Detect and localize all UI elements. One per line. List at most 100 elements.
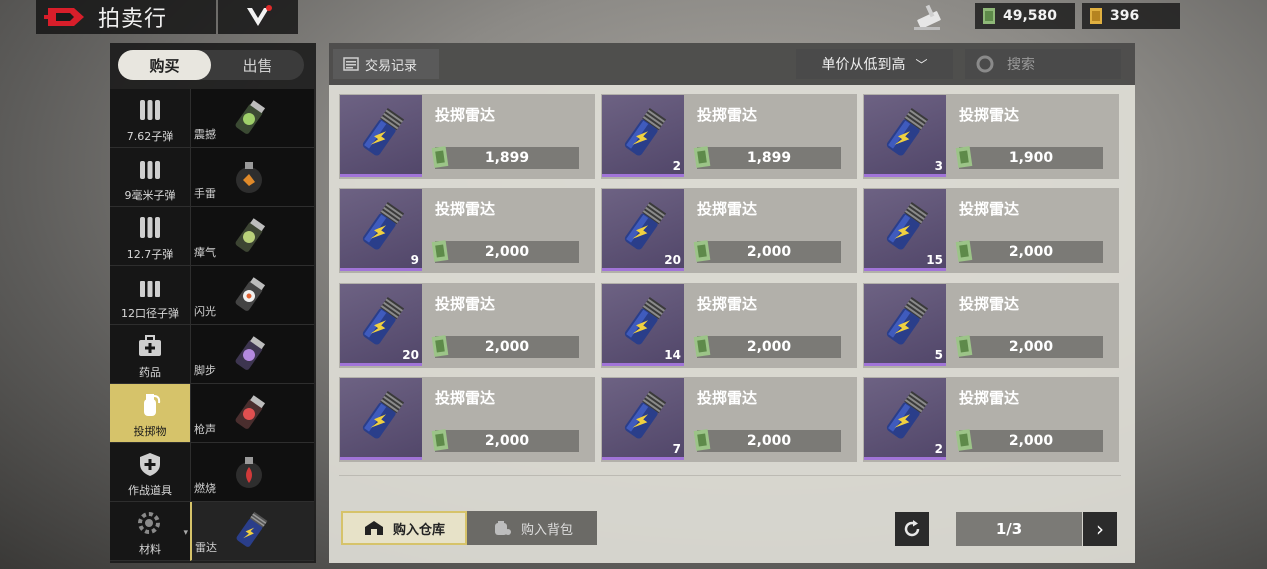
item-quantity: 15 — [926, 253, 943, 267]
cash-icon — [983, 8, 995, 24]
category-item-9mm-ammo[interactable]: 9毫米子弹 — [110, 148, 190, 207]
buy-to-warehouse-button[interactable]: 购入仓库 — [341, 511, 467, 545]
category-item-medicine[interactable]: 药品 — [110, 325, 190, 384]
subcategory-list: 震撼 手雷 瘴气 闪光 脚步 枪声 燃烧 雷达 — [190, 89, 316, 561]
item-name: 投掷雷达 — [435, 389, 496, 407]
gold-amount: 396 — [1110, 8, 1140, 24]
listing-card[interactable]: 投掷雷达 2,000 — [339, 377, 595, 462]
price-bar: 1,899 — [431, 146, 579, 169]
listing-card[interactable]: 15 投掷雷达 2,000 — [863, 188, 1119, 273]
warehouse-icon — [364, 521, 383, 535]
cash-icon — [431, 240, 449, 262]
cash-balance: 49,580 — [975, 3, 1075, 29]
cash-icon — [955, 335, 973, 357]
subcategory-item-miasma[interactable]: 瘴气 — [190, 207, 314, 266]
listing-card[interactable]: 20 投掷雷达 2,000 — [601, 188, 857, 273]
price-bar: 2,000 — [431, 429, 579, 452]
category-item-127-ammo[interactable]: 12.7子弹 — [110, 207, 190, 266]
item-price: 2,000 — [1008, 339, 1054, 355]
search-input[interactable]: 搜索 — [965, 49, 1121, 79]
chevron-right-icon: › — [1096, 517, 1104, 541]
item-price: 2,000 — [1008, 433, 1054, 449]
buy-warehouse-label: 购入仓库 — [392, 522, 445, 538]
listing-card[interactable]: 14 投掷雷达 2,000 — [601, 283, 857, 368]
price-bar: 1,899 — [693, 146, 841, 169]
listing-card[interactable]: 7 投掷雷达 2,000 — [601, 377, 857, 462]
buy-to-backpack-button[interactable]: 购入背包 — [467, 511, 597, 545]
buy-backpack-label: 购入背包 — [520, 522, 573, 538]
sell-tab[interactable]: 出售 — [211, 50, 304, 80]
subcategory-item-gunshot[interactable]: 枪声 — [190, 384, 314, 443]
category-item-12-gauge-ammo[interactable]: 12口径子弹 — [110, 266, 190, 325]
category-item-762-ammo[interactable]: 7.62子弹 — [110, 89, 190, 148]
item-name: 投掷雷达 — [697, 389, 758, 407]
record-icon — [343, 57, 359, 71]
gold-ticket-icon — [1090, 8, 1102, 24]
item-thumbnail — [340, 378, 422, 460]
subcategory-item-flash[interactable]: 闪光 — [190, 266, 314, 325]
item-price: 1,900 — [1008, 150, 1054, 166]
category-item-combat-gear[interactable]: 作战道具 — [110, 443, 190, 502]
frag-grenade-icon — [236, 162, 262, 193]
listing-card[interactable]: 5 投掷雷达 2,000 — [863, 283, 1119, 368]
item-thumbnail: 7 — [602, 378, 684, 460]
category-label: 作战道具 — [128, 484, 172, 497]
price-bar: 2,000 — [955, 240, 1103, 263]
item-price: 2,000 — [484, 339, 530, 355]
sort-label: 单价从低到高 — [821, 57, 906, 73]
price-bar: 1,900 — [955, 146, 1103, 169]
subcategory-item-radar[interactable]: 雷达 — [190, 502, 314, 561]
next-page-button[interactable]: › — [1083, 512, 1117, 546]
subcategory-item-concussion[interactable]: 震撼 — [190, 89, 314, 148]
listing-card[interactable]: 2 投掷雷达 1,899 — [601, 94, 857, 179]
category-label: 材料 — [139, 543, 161, 556]
cash-icon — [431, 146, 449, 168]
listing-card[interactable]: 投掷雷达 1,899 — [339, 94, 595, 179]
subcategory-item-footstep[interactable]: 脚步 — [190, 325, 314, 384]
subcategory-label: 闪光 — [194, 305, 216, 318]
item-price: 1,899 — [484, 150, 530, 166]
sort-dropdown[interactable]: 单价从低到高 ﹀ — [796, 49, 953, 79]
listings-toolbar: 交易记录 单价从低到高 ﹀ 搜索 — [329, 43, 1135, 85]
season-badge[interactable] — [218, 0, 298, 34]
page-title: 拍卖行 — [98, 7, 168, 32]
price-bar: 2,000 — [693, 240, 841, 263]
listings-panel: 交易记录 单价从低到高 ﹀ 搜索 投掷雷达 1,899 2 投掷雷达 1,899 3 投掷雷… — [329, 43, 1135, 563]
category-label: 12.7子弹 — [126, 248, 174, 261]
tool-icon-button[interactable] — [910, 2, 948, 34]
medkit-icon — [139, 335, 161, 356]
cash-icon — [693, 146, 711, 168]
search-icon — [976, 55, 994, 73]
subcategory-label: 脚步 — [194, 364, 216, 377]
gear-wrench-icon — [138, 512, 160, 534]
v-logo-icon — [247, 5, 272, 26]
buy-tab[interactable]: 购买 — [118, 50, 211, 80]
chevron-down-icon: ▾ — [183, 528, 188, 538]
price-bar: 2,000 — [693, 335, 841, 358]
subcategory-item-incendiary[interactable]: 燃烧 — [190, 443, 314, 502]
item-thumbnail: 14 — [602, 284, 684, 366]
cash-icon — [693, 429, 711, 451]
listing-card[interactable]: 9 投掷雷达 2,000 — [339, 188, 595, 273]
category-item-materials[interactable]: ▾ 材料 — [110, 502, 190, 561]
purchase-bar: 购入仓库 购入背包 1/3 › — [339, 511, 1125, 547]
subcategory-label: 雷达 — [195, 541, 217, 554]
trade-record-button[interactable]: 交易记录 — [333, 49, 439, 79]
listing-card[interactable]: 2 投掷雷达 2,000 — [863, 377, 1119, 462]
category-item-throwables[interactable]: 投掷物 — [110, 384, 190, 443]
footstep-grenade-icon — [235, 336, 266, 370]
item-price: 2,000 — [746, 244, 792, 260]
rifle-ammo-icon — [140, 100, 160, 120]
price-bar: 2,000 — [955, 429, 1103, 452]
listing-card[interactable]: 3 投掷雷达 1,900 — [863, 94, 1119, 179]
radar-grenade-icon — [362, 390, 405, 439]
refresh-button[interactable] — [895, 512, 929, 546]
incendiary-grenade-icon — [236, 457, 262, 488]
listing-card[interactable]: 20 投掷雷达 2,000 — [339, 283, 595, 368]
refresh-icon — [904, 520, 920, 537]
gold-balance: 396 — [1082, 3, 1180, 29]
top-bar: 拍卖行 49,580 396 — [0, 0, 1267, 38]
cash-icon — [955, 429, 973, 451]
backpack-icon — [494, 521, 511, 535]
subcategory-item-frag[interactable]: 手雷 — [190, 148, 314, 207]
